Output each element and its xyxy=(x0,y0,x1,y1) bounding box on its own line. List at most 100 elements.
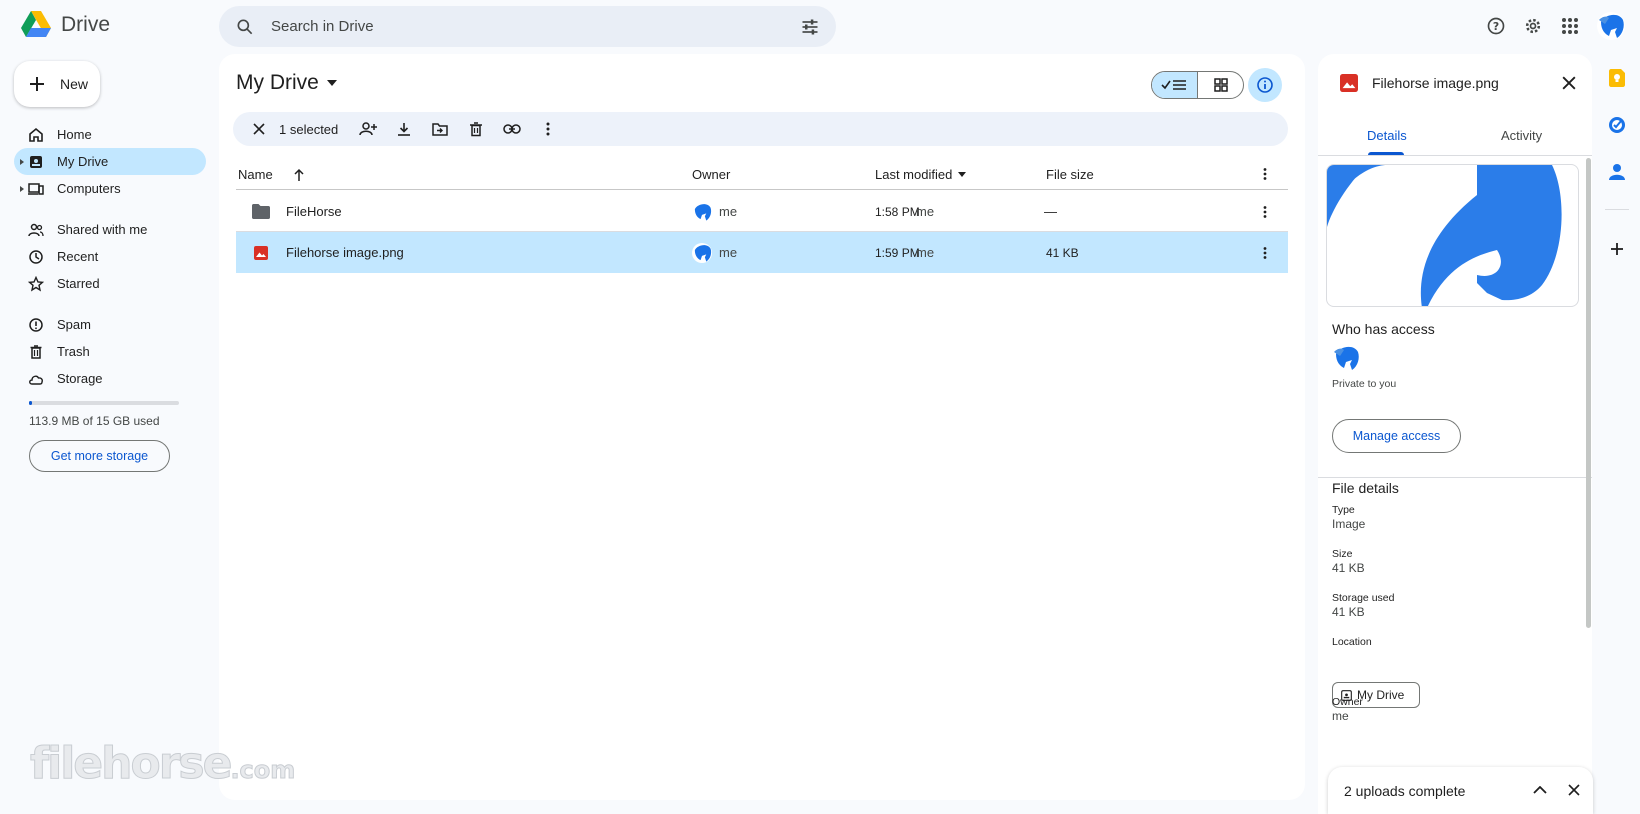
type-label: Type xyxy=(1332,504,1355,516)
panel-scrollbar[interactable] xyxy=(1586,158,1591,628)
table-row[interactable]: FileHorse me 1:58 PM me — xyxy=(236,191,1288,232)
sidebar-item-trash[interactable]: Trash xyxy=(14,338,206,365)
help-icon[interactable]: ? xyxy=(1478,8,1514,44)
column-header-label: Owner xyxy=(692,167,731,182)
expand-caret-icon[interactable] xyxy=(20,158,24,165)
list-view-icon xyxy=(1160,80,1186,90)
download-icon[interactable] xyxy=(386,112,422,146)
column-header-name[interactable]: Name xyxy=(238,167,307,182)
sidebar-item-label: Recent xyxy=(57,249,99,264)
keep-icon[interactable] xyxy=(1605,66,1629,90)
clear-selection-close-icon[interactable] xyxy=(241,112,277,146)
info-icon xyxy=(1257,77,1273,93)
close-uploads-icon[interactable] xyxy=(1568,784,1580,796)
storage-used-label: Storage used xyxy=(1332,592,1395,604)
apps-grid-icon[interactable] xyxy=(1552,8,1588,44)
contacts-icon[interactable] xyxy=(1605,160,1629,184)
sidebar-item-starred[interactable]: Starred xyxy=(14,270,206,297)
sidebar-item-label: Spam xyxy=(57,317,91,332)
owner-value: me xyxy=(1332,709,1349,723)
file-table-header: Name Owner Last modified File size xyxy=(236,160,1288,190)
app-title: Drive xyxy=(61,12,111,36)
share-add-person-icon[interactable] xyxy=(350,112,386,146)
search-icon[interactable] xyxy=(235,17,255,37)
sort-ascending-arrow-icon[interactable] xyxy=(279,168,307,182)
file-preview-thumbnail[interactable] xyxy=(1326,164,1579,307)
sidebar-item-computers[interactable]: Computers xyxy=(14,175,206,202)
list-view-button[interactable] xyxy=(1152,72,1198,98)
move-to-folder-icon[interactable] xyxy=(422,112,458,146)
modified-time: 1:59 PM xyxy=(875,245,920,260)
column-header-label: File size xyxy=(1046,167,1094,182)
sidebar-item-label: Trash xyxy=(57,344,90,359)
sidebar-item-label: Home xyxy=(57,127,92,142)
details-info-button[interactable] xyxy=(1248,68,1282,102)
sidebar-item-shared[interactable]: Shared with me xyxy=(14,216,206,243)
table-row[interactable]: Filehorse image.png me 1:59 PM me 41 KB xyxy=(236,232,1288,273)
file-details-heading: File details xyxy=(1332,480,1399,496)
page-title-text: My Drive xyxy=(236,71,319,94)
grid-view-icon xyxy=(1213,78,1228,92)
account-avatar[interactable] xyxy=(1597,12,1625,40)
sidebar-item-my-drive[interactable]: My Drive xyxy=(14,148,206,175)
details-tabs: Details Activity xyxy=(1318,120,1592,156)
new-button[interactable]: New xyxy=(14,61,100,107)
sidebar-item-recent[interactable]: Recent xyxy=(14,243,206,270)
sidebar-item-label: Computers xyxy=(57,181,121,196)
modified-by: me xyxy=(916,204,935,219)
search-input[interactable] xyxy=(271,18,800,35)
column-header-owner[interactable]: Owner xyxy=(692,167,730,182)
new-button-label: New xyxy=(60,76,89,92)
spam-icon xyxy=(29,317,43,332)
grid-view-button[interactable] xyxy=(1198,72,1243,98)
add-addon-plus-icon[interactable] xyxy=(1605,237,1629,261)
file-size: — xyxy=(1044,204,1057,219)
modified-by: me xyxy=(916,245,935,260)
selection-toolbar: 1 selected xyxy=(233,112,1288,146)
sidebar-item-spam[interactable]: Spam xyxy=(14,311,206,338)
owner-cell: me xyxy=(692,232,737,273)
column-options-more-icon[interactable] xyxy=(1263,168,1267,180)
file-name: Filehorse image.png xyxy=(286,245,404,260)
search-bar[interactable] xyxy=(219,6,836,47)
details-panel: Filehorse image.png Details Activity Who… xyxy=(1318,54,1592,814)
column-header-last-modified[interactable]: Last modified xyxy=(875,167,967,182)
sidebar-nav: Home My Drive Computers Shared with me R… xyxy=(14,121,206,392)
active-tab-indicator xyxy=(1368,152,1404,155)
tab-details[interactable]: Details xyxy=(1367,128,1407,143)
row-more-actions-icon[interactable] xyxy=(1263,191,1267,232)
location-label: Location xyxy=(1332,636,1372,648)
uploads-status-toast: 2 uploads complete xyxy=(1328,767,1593,814)
sidebar-item-label: Starred xyxy=(57,276,100,291)
row-more-actions-icon[interactable] xyxy=(1263,232,1267,273)
search-options-icon[interactable] xyxy=(800,17,820,37)
settings-gear-icon[interactable] xyxy=(1515,8,1551,44)
clock-icon xyxy=(29,249,43,264)
more-actions-icon[interactable] xyxy=(530,112,566,146)
size-value: 41 KB xyxy=(1332,561,1365,575)
caret-down-icon xyxy=(958,172,967,177)
drive-logo[interactable]: Drive xyxy=(21,11,110,38)
owner-name: me xyxy=(719,245,738,260)
expand-caret-icon[interactable] xyxy=(20,185,24,192)
manage-access-button[interactable]: Manage access xyxy=(1332,419,1461,453)
column-header-label: Name xyxy=(238,167,273,182)
sidebar-item-storage[interactable]: Storage xyxy=(14,365,206,392)
sidebar-item-home[interactable]: Home xyxy=(14,121,206,148)
close-panel-icon[interactable] xyxy=(1562,76,1576,90)
shared-icon xyxy=(28,223,44,236)
column-header-file-size[interactable]: File size xyxy=(1046,167,1094,182)
access-avatar[interactable] xyxy=(1332,344,1360,372)
cloud-icon xyxy=(29,375,43,385)
get-more-storage-button[interactable]: Get more storage xyxy=(29,440,170,472)
image-file-icon xyxy=(1340,74,1358,92)
delete-trash-icon[interactable] xyxy=(458,112,494,146)
file-size: 41 KB xyxy=(1046,245,1079,260)
page-title[interactable]: My Drive xyxy=(236,71,337,95)
tab-activity[interactable]: Activity xyxy=(1501,128,1542,143)
chevron-up-icon[interactable] xyxy=(1533,786,1547,794)
storage-progress-fill xyxy=(29,401,32,405)
home-icon xyxy=(29,127,43,142)
copy-link-icon[interactable] xyxy=(494,112,530,146)
tasks-icon[interactable] xyxy=(1605,113,1629,137)
